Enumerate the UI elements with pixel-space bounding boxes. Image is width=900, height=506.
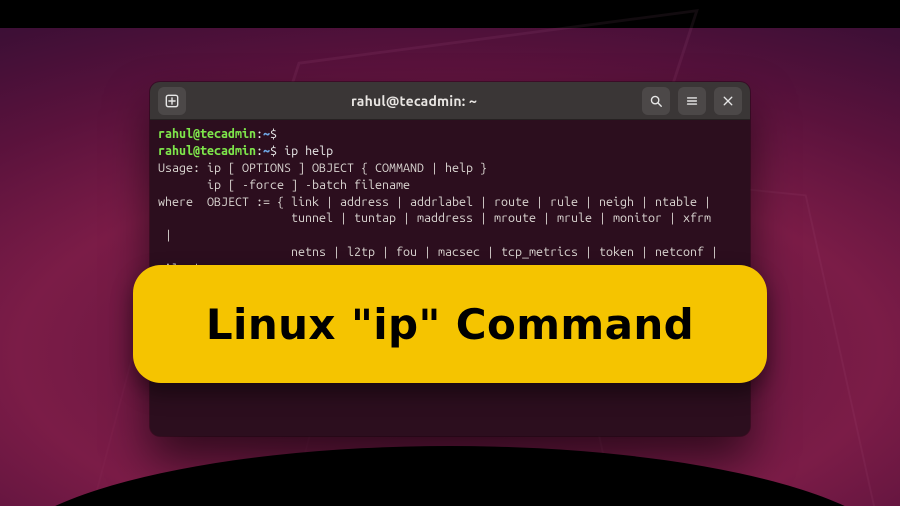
search-icon — [649, 94, 663, 108]
terminal-line: tunnel | tuntap | maddress | mroute | mr… — [158, 211, 711, 225]
prompt-suffix: $ — [270, 144, 284, 158]
terminal-line: where OBJECT := { link | address | addrl… — [158, 195, 711, 209]
close-button[interactable] — [714, 87, 742, 115]
terminal-line: Usage: ip [ OPTIONS ] OBJECT { COMMAND |… — [158, 161, 487, 175]
top-black-strip — [0, 0, 900, 28]
titlebar-right-group — [642, 87, 742, 115]
banner-overlay: Linux "ip" Command — [133, 265, 767, 383]
desktop-background: rahul@tecadmin: ~ rahul@tecadmin:~$ rahu… — [0, 0, 900, 506]
prompt-separator: : — [256, 127, 263, 141]
prompt-command: ip help — [284, 144, 333, 158]
prompt-path: ~ — [263, 144, 270, 158]
search-button[interactable] — [642, 87, 670, 115]
prompt-suffix: $ — [270, 127, 284, 141]
menu-button[interactable] — [678, 87, 706, 115]
new-tab-icon — [165, 94, 179, 108]
prompt-user: rahul@tecadmin — [158, 144, 256, 158]
window-title: rahul@tecadmin: ~ — [194, 93, 634, 109]
new-tab-button[interactable] — [158, 87, 186, 115]
banner-title: Linux "ip" Command — [206, 300, 694, 349]
prompt-path: ~ — [263, 127, 270, 141]
terminal-line: netns | l2tp | fou | macsec | tcp_metric… — [158, 245, 718, 259]
prompt-separator: : — [256, 144, 263, 158]
hamburger-icon — [685, 94, 699, 108]
titlebar: rahul@tecadmin: ~ — [150, 82, 750, 120]
prompt-user: rahul@tecadmin — [158, 127, 256, 141]
close-icon — [722, 95, 734, 107]
terminal-line: ip [ -force ] -batch filename — [158, 178, 410, 192]
terminal-line: | — [158, 228, 172, 242]
